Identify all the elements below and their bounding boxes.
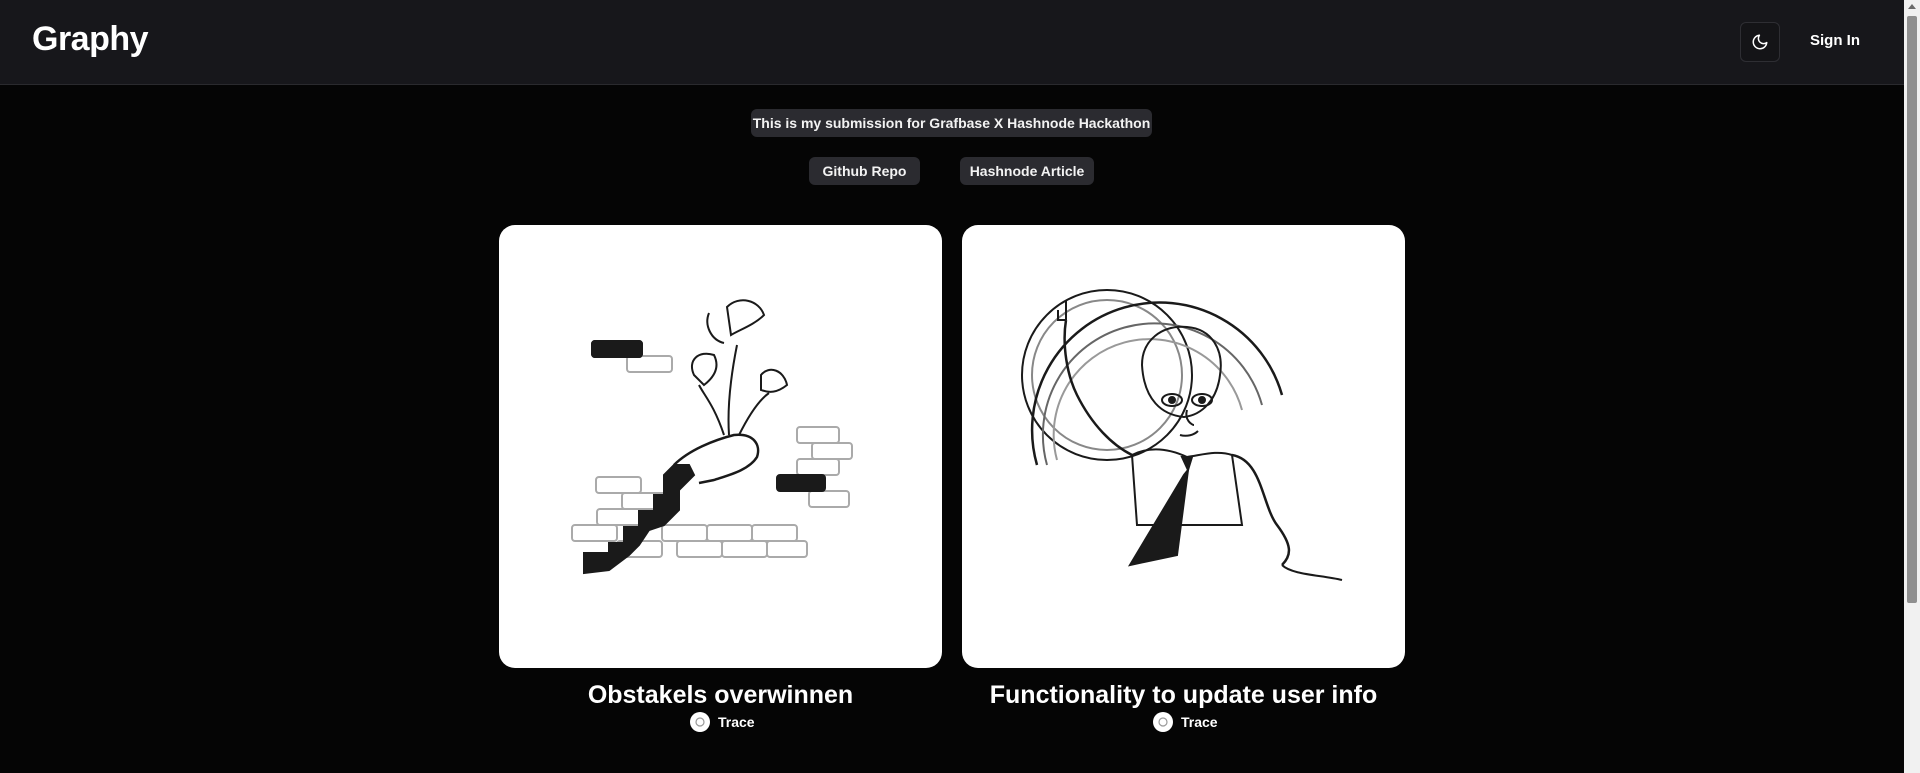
hand-flowers-brick-wall-illustration xyxy=(571,299,853,575)
app-logo[interactable]: Graphy xyxy=(32,20,149,59)
post-author[interactable]: Trace xyxy=(1153,711,1218,733)
scrollbar-thumb[interactable] xyxy=(1907,16,1917,603)
avatar xyxy=(690,712,710,732)
avatar xyxy=(1153,712,1173,732)
post-author-name: Trace xyxy=(1181,714,1218,730)
page-scrollbar[interactable] xyxy=(1904,0,1920,773)
post-card-image[interactable] xyxy=(962,225,1405,668)
scroll-up-arrow-icon[interactable] xyxy=(1908,4,1916,9)
avatar-icon xyxy=(695,717,705,727)
hackathon-submission-badge: This is my submission for Grafbase X Has… xyxy=(751,109,1152,137)
post-card-image[interactable] xyxy=(499,225,942,668)
hashnode-article-button[interactable]: Hashnode Article xyxy=(960,157,1094,185)
post-author[interactable]: Trace xyxy=(690,711,755,733)
post-author-name: Trace xyxy=(718,714,755,730)
avatar-icon xyxy=(1158,717,1168,727)
theme-toggle-button[interactable] xyxy=(1740,22,1780,62)
post-title[interactable]: Functionality to update user info xyxy=(962,681,1405,710)
man-in-circle-illustration xyxy=(1021,289,1343,581)
github-repo-button[interactable]: Github Repo xyxy=(809,157,920,185)
post-title[interactable]: Obstakels overwinnen xyxy=(499,681,942,710)
top-navbar: Graphy Sign In xyxy=(0,0,1904,85)
moon-icon xyxy=(1752,34,1768,50)
sign-in-button[interactable]: Sign In xyxy=(1810,32,1860,49)
